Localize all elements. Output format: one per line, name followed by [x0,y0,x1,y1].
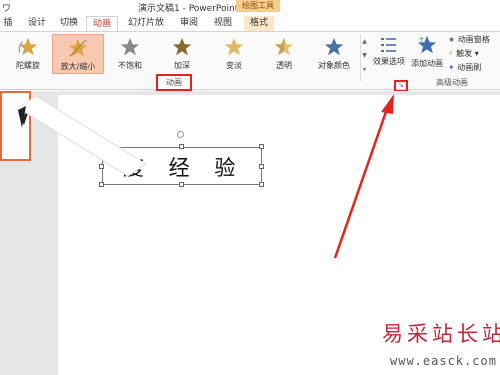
grow-shrink-star-icon [68,38,88,57]
tab-slideshow[interactable]: 幻灯片放映 [124,16,168,43]
animation-label: 陀螺旋 [16,61,40,70]
transparency-star-icon [274,37,294,56]
animation-painter-button[interactable]: ✦ 动画刷 [448,62,481,73]
animation-pane-icon: ★ [448,35,456,44]
thumbnail-content-icon [22,111,28,125]
window-title: 演示文稿1 - PowerPoint [138,4,239,14]
resize-handle[interactable] [99,144,104,149]
lighten-star-icon [224,37,244,56]
lightning-icon: ⚡ [448,49,454,58]
add-animation-button[interactable]: + 添加动画 [410,34,444,69]
resize-handle[interactable] [99,182,104,187]
animation-transparency[interactable]: 透明 [258,34,310,74]
resize-handle[interactable] [259,144,264,149]
animation-painter-label: 动画刷 [457,63,482,72]
paintbrush-icon: ✦ [448,63,455,72]
watermark-title: 易采站长站 [382,322,500,346]
add-animation-label: 添加动画 [411,59,443,68]
tab-review[interactable]: 审阅 [176,16,202,31]
animation-darken[interactable]: 加深 [156,34,208,74]
animation-label: 放大/缩小 [60,62,96,71]
drawing-tools-context-label: 绘图工具 [236,0,280,12]
tab-insert[interactable]: 插入 [0,16,16,43]
tab-animations[interactable]: 动画 [86,16,118,31]
tab-transitions[interactable]: 切换 [56,16,82,31]
quick-access-icon[interactable]: ワ [2,1,11,14]
animation-pane-button[interactable]: ★ 动画窗格 [448,34,490,45]
darken-star-icon [172,37,192,56]
ribbon-tabs: 插入 设计 切换 动画 幻灯片放映 审阅 视图 格式 [0,14,500,43]
slide-thumbnail[interactable] [0,91,31,161]
trigger-label: 触发 [456,49,473,58]
effect-options-label: 效果选项 [373,57,405,66]
tab-design[interactable]: 设计 [24,16,50,31]
group-label-advanced-animation: 高级动画 [436,78,468,87]
resize-handle[interactable] [259,164,264,169]
animation-spin[interactable]: 陀螺旋 [2,34,54,74]
animation-object-color[interactable]: 对象颜色 [308,34,360,74]
animation-label: 不饱和 [118,61,142,70]
watermark: 易采站长站 www.easck.com [360,318,500,375]
resize-handle[interactable] [179,182,184,187]
svg-text:+: + [418,34,425,43]
animation-lighten[interactable]: 变淡 [208,34,260,74]
resize-handle[interactable] [259,182,264,187]
gallery-more-icon[interactable]: ▾ [361,63,368,77]
rotate-handle-icon[interactable] [177,131,184,138]
desaturate-star-icon [120,37,140,56]
textbox-text: 度 经 验 [123,156,245,180]
scroll-down-icon[interactable]: ▼ [361,49,368,63]
chevron-down-icon: ▾ [474,49,479,58]
effect-options-icon [381,38,396,52]
ribbon-panel: 陀螺旋 放大/缩小 不饱和 加深 变淡 透明 对象颜色 ▲ ▼ ▾ 效果选项 +… [0,32,500,91]
add-animation-star-icon: + [417,34,437,54]
scroll-up-icon[interactable]: ▲ [361,35,368,49]
group-label-animation: 动画 [156,74,192,91]
animation-label: 对象颜色 [318,61,350,70]
animation-desaturate[interactable]: 不饱和 [104,34,156,74]
spin-star-icon [18,37,38,56]
tab-view[interactable]: 视图 [210,16,236,31]
object-color-star-icon [324,37,344,56]
animation-grow-shrink[interactable]: 放大/缩小 [52,34,104,74]
animation-label: 变淡 [226,61,242,70]
animation-label: 透明 [276,61,292,70]
tab-format[interactable]: 格式 [244,16,274,31]
resize-handle[interactable] [99,164,104,169]
watermark-url: www.easck.com [390,354,497,368]
dialog-launcher-icon: ↘ [398,81,404,89]
resize-handle[interactable] [179,144,184,149]
trigger-button[interactable]: ⚡ 触发 ▾ [448,48,479,59]
animation-pane-label: 动画窗格 [457,35,490,44]
gallery-scroll[interactable]: ▲ ▼ ▾ [360,35,368,81]
effect-options-button[interactable]: 效果选项 [372,34,406,67]
slide-textbox[interactable]: 度 经 验 [102,147,262,185]
animation-label: 加深 [174,61,190,70]
